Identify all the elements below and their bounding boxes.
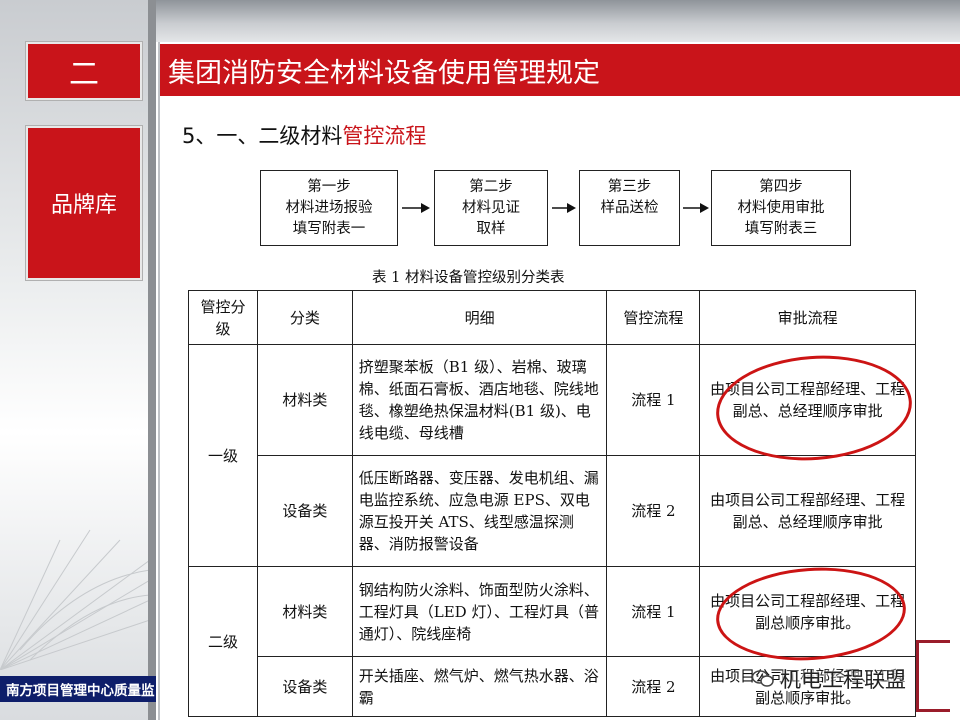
step-line: 材料使用审批 [737,199,825,216]
sidebar-brand-library[interactable]: 品牌库 [26,126,142,280]
wechat-icon [752,670,774,687]
subtitle-prefix: 5、一、二级材料 [182,124,343,148]
vertical-divider [148,0,156,720]
vertical-divider-thin [158,42,160,720]
detail-cell: 挤塑聚苯板（B1 级）、岩棉、玻璃棉、纸面石膏板、酒店地毯、院线地毯、橡塑绝热保… [351,344,608,456]
detail-cell: 开关插座、燃气炉、燃气热水器、浴霸 [351,656,608,717]
step-line: 样品送检 [600,200,659,216]
subtitle: 5、一、二级材料管控流程 [182,120,426,150]
architectural-decoration [0,529,150,670]
header-category: 分类 [256,290,353,345]
header-approval: 审批流程 [699,290,916,345]
table-caption: 表 1 材料设备管控级别分类表 [372,270,565,286]
category-cell: 设备类 [256,455,353,567]
detail-cell: 钢结构防火涂料、饰面型防火涂料、工程灯具（LED 灯）、工程灯具（普通灯）、院线… [351,566,608,657]
flow-step-3: 第三步 样品送检 [579,170,680,246]
step-line: 填写附表三 [744,220,818,237]
flow-step-4: 第四步 材料使用审批 填写附表三 [711,170,851,246]
page-title: 集团消防安全材料设备使用管理规定 [160,44,960,96]
flow-step-2: 第二步 材料见证 取样 [434,170,548,246]
header-process: 管控流程 [606,290,701,345]
arrow-icon [402,203,430,213]
step-line: 取样 [476,220,506,237]
brand-logo [916,640,950,712]
detail-cell: 低压断路器、变压器、发电机组、漏电监控系统、应急电源 EPS、双电源互投开关 A… [351,455,608,567]
header-detail: 明细 [351,290,608,345]
step-title: 第四步 [759,178,803,195]
arrow-icon [683,203,709,213]
watermark-text: 机电工程联盟 [780,668,906,692]
step-title: 第二步 [469,178,513,195]
flow-step-1: 第一步 材料进场报验 填写附表一 [260,170,398,246]
process-cell: 流程 2 [606,455,701,567]
section-number: 二 [26,42,142,100]
header-level: 管控分级 [188,290,258,345]
step-title: 第三步 [607,179,652,195]
category-cell: 材料类 [256,566,353,657]
level-cell: 二级 [188,566,258,717]
approval-cell: 由项目公司工程部经理、工程副总、总经理顺序审批 [699,455,916,567]
table-header-row: 管控分级 分类 明细 管控流程 审批流程 [188,290,916,345]
category-cell: 材料类 [256,344,353,456]
footer-banner: 南方项目管理中心质量监 [0,676,156,702]
step-line: 填写附表一 [292,220,366,237]
level-cell: 一级 [188,344,258,567]
table-row: 设备类 低压断路器、变压器、发电机组、漏电监控系统、应急电源 EPS、双电源互投… [189,455,916,567]
category-cell: 设备类 [256,656,353,717]
subtitle-highlight: 管控流程 [342,124,427,148]
step-line: 材料见证 [462,199,520,216]
watermark: 机电工程联盟 [752,664,906,694]
process-cell: 流程 2 [606,656,701,717]
step-line: 材料进场报验 [285,199,373,216]
step-title: 第一步 [307,178,351,195]
arrow-icon [552,203,576,213]
process-cell: 流程 1 [606,344,701,456]
process-cell: 流程 1 [606,566,701,657]
